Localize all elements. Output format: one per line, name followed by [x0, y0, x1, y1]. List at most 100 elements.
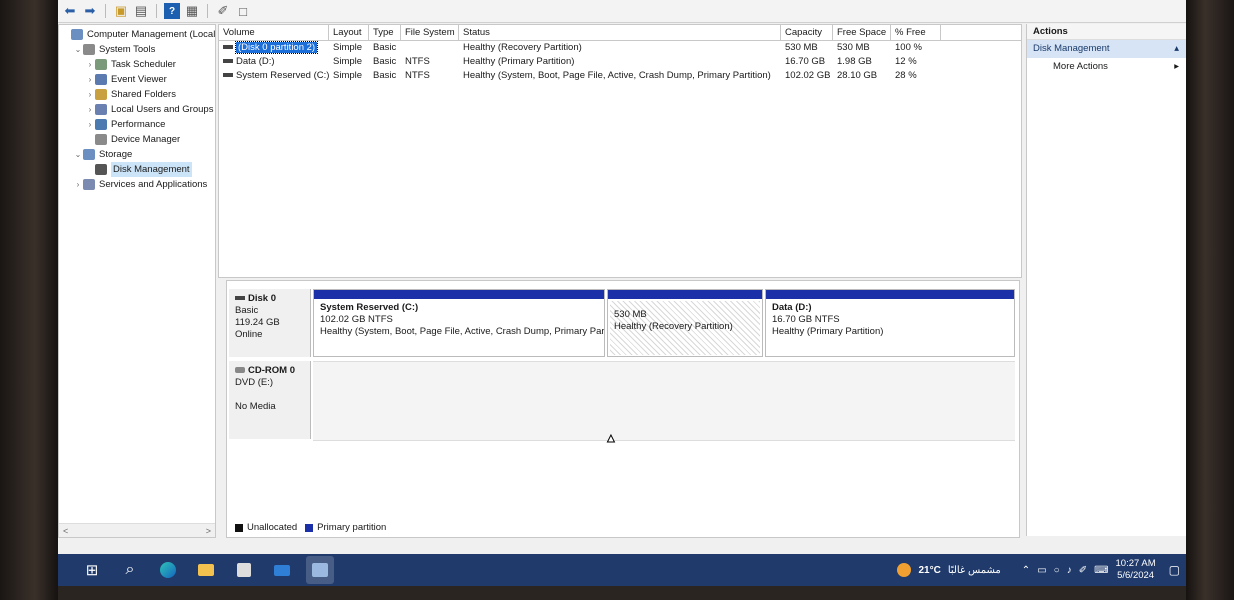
system-tray: 21°C مشمس غالبًا ⌃ ▭ ○ ♪ ✐ ⌨ 10:27 AM 5/…: [897, 554, 1180, 586]
file-explorer-icon[interactable]: [192, 556, 220, 584]
volume-row[interactable]: Data (D:) Simple Basic NTFS Healthy (Primary…: [219, 55, 1021, 69]
partition-size: 102.02 GB NTFS: [320, 314, 393, 325]
volume-icon[interactable]: ♪: [1067, 565, 1072, 576]
view-icon[interactable]: □: [235, 3, 251, 19]
column-header-free-space[interactable]: Free Space: [833, 25, 891, 40]
back-arrow-icon[interactable]: ⬅: [62, 3, 78, 19]
show-hide-tree-icon[interactable]: ▤: [133, 3, 149, 19]
volume-row[interactable]: System Reserved (C:) Simple Basic NTFS Healt…: [219, 69, 1021, 83]
network-icon[interactable]: ○: [1054, 565, 1060, 576]
services-icon: [83, 179, 95, 190]
collapsed-chevron-icon[interactable]: ›: [73, 177, 83, 192]
pen-icon[interactable]: ✐: [1079, 565, 1087, 576]
volume-icon: [223, 59, 233, 64]
column-header-volume[interactable]: Volume: [219, 25, 329, 40]
column-header-layout[interactable]: Layout: [329, 25, 369, 40]
tree-item-disk-management[interactable]: Disk Management: [85, 162, 192, 177]
connect-icon[interactable]: ✐: [215, 3, 231, 19]
volume-name: Data (D:): [236, 56, 275, 67]
disk-0-label[interactable]: Disk 0 Basic 119.24 GB Online: [229, 289, 311, 357]
navigation-tree[interactable]: Computer Management (Local ⌄ System Tools ›…: [58, 24, 216, 538]
weather-description[interactable]: مشمس غالبًا: [948, 565, 1001, 576]
collapsed-chevron-icon[interactable]: ›: [85, 87, 95, 102]
folder-icon: [95, 89, 107, 100]
volume-row[interactable]: (Disk 0 partition 2) Simple Basic Healthy (…: [219, 41, 1021, 55]
volume-cell-layout: Simple: [333, 56, 363, 67]
tree-item-device-manager[interactable]: Device Manager: [85, 132, 180, 147]
volume-cell-free: 28.10 GB: [837, 70, 878, 81]
tree-item-local-users-and-groups[interactable]: › Local Users and Groups: [85, 102, 213, 117]
column-header-percent-free[interactable]: % Free: [891, 25, 941, 40]
column-header-file-system[interactable]: File System: [401, 25, 459, 40]
partition-recovery[interactable]: 530 MB Healthy (Recovery Partition): [607, 289, 763, 357]
screen: ⬅ ➡ ▣ ▤ ? ▦ ✐ □ Computer Management (Loc…: [58, 0, 1186, 586]
cdrom-0-label[interactable]: CD-ROM 0 DVD (E:) No Media: [229, 361, 311, 439]
actions-section-disk-management[interactable]: Disk Management ▴: [1027, 40, 1186, 58]
tree-item-label: Shared Folders: [111, 89, 176, 100]
primary-partition-bar: [314, 290, 604, 299]
tree-item-label: System Tools: [99, 44, 156, 55]
weather-temperature[interactable]: 21°C: [918, 565, 940, 576]
collapse-icon[interactable]: ▴: [1174, 40, 1179, 58]
mail-icon[interactable]: [268, 556, 296, 584]
up-folder-icon[interactable]: ▣: [113, 3, 129, 19]
expanded-chevron-icon[interactable]: ⌄: [73, 42, 83, 57]
notifications-icon[interactable]: ▢: [1169, 563, 1180, 577]
disk-0-size: 119.24 GB: [235, 317, 280, 328]
partition-system-reserved[interactable]: System Reserved (C:) 102.02 GB NTFS Heal…: [313, 289, 605, 357]
keyboard-icon[interactable]: ⌨: [1094, 565, 1108, 576]
forward-arrow-icon[interactable]: ➡: [82, 3, 98, 19]
tree-item-task-scheduler[interactable]: › Task Scheduler: [85, 57, 176, 72]
column-header-status[interactable]: Status: [459, 25, 781, 40]
scroll-left-icon[interactable]: <: [63, 526, 68, 536]
show-hidden-icons-icon[interactable]: ⌃: [1022, 565, 1030, 576]
toolbar-separator: [207, 4, 208, 18]
users-icon: [95, 104, 107, 115]
scroll-right-icon[interactable]: >: [206, 526, 211, 536]
collapsed-chevron-icon[interactable]: ›: [85, 57, 95, 72]
tree-item-shared-folders[interactable]: › Shared Folders: [85, 87, 176, 102]
properties-icon[interactable]: ▦: [184, 3, 200, 19]
help-icon[interactable]: ?: [164, 3, 180, 19]
cdrom-empty-area[interactable]: [313, 361, 1015, 441]
edge-browser-icon[interactable]: [154, 556, 182, 584]
primary-partition-swatch: [305, 523, 314, 532]
volume-cell-pct: 28 %: [895, 70, 917, 81]
volume-cell-capacity: 102.02 GB: [785, 70, 831, 81]
tree-item-computer-management-local[interactable]: Computer Management (Local: [61, 27, 215, 42]
partition-size: 16.70 GB NTFS: [772, 314, 840, 325]
expanded-chevron-icon[interactable]: ⌄: [73, 147, 83, 162]
clock-time: 10:27 AM: [1115, 558, 1156, 569]
more-actions-item[interactable]: More Actions ▸: [1027, 58, 1186, 76]
tree-item-storage[interactable]: ⌄ Storage: [73, 147, 132, 162]
partition-data[interactable]: Data (D:) 16.70 GB NTFS Healthy (Primary…: [765, 289, 1015, 357]
cdrom-icon: [235, 367, 245, 374]
tree-item-system-tools[interactable]: ⌄ System Tools: [73, 42, 155, 57]
computer-icon: [71, 29, 83, 40]
volume-cell-fs: NTFS: [405, 70, 430, 81]
search-icon[interactable]: ⌕: [116, 556, 144, 584]
tree-item-services-and-applications[interactable]: › Services and Applications: [73, 177, 207, 192]
tree-horizontal-scrollbar[interactable]: < >: [59, 523, 215, 537]
column-header-type[interactable]: Type: [369, 25, 401, 40]
collapsed-chevron-icon[interactable]: ›: [85, 102, 95, 117]
tree-item-event-viewer[interactable]: › Event Viewer: [85, 72, 167, 87]
clock-icon: [95, 59, 107, 70]
battery-icon[interactable]: ▭: [1037, 565, 1046, 576]
collapsed-chevron-icon[interactable]: ›: [85, 72, 95, 87]
submenu-arrow-icon: ▸: [1174, 61, 1179, 72]
mouse-cursor-icon: ▲: [605, 431, 618, 446]
toolbar-separator: [105, 4, 106, 18]
windows-start-icon[interactable]: ⊞: [78, 556, 106, 584]
volume-cell-volume: (Disk 0 partition 2): [219, 41, 329, 55]
volume-cell-free: 1.98 GB: [837, 56, 872, 67]
column-header-capacity[interactable]: Capacity: [781, 25, 833, 40]
partition-status: Healthy (Primary Partition): [772, 326, 884, 337]
tree-item-performance[interactable]: › Performance: [85, 117, 165, 132]
collapsed-chevron-icon[interactable]: ›: [85, 117, 95, 132]
microsoft-store-icon[interactable]: [230, 556, 258, 584]
partition-status: Healthy (Recovery Partition): [614, 321, 733, 332]
computer-management-taskbar-icon[interactable]: [306, 556, 334, 584]
clock[interactable]: 10:27 AM 5/6/2024: [1116, 558, 1156, 582]
weather-icon[interactable]: [897, 563, 912, 577]
